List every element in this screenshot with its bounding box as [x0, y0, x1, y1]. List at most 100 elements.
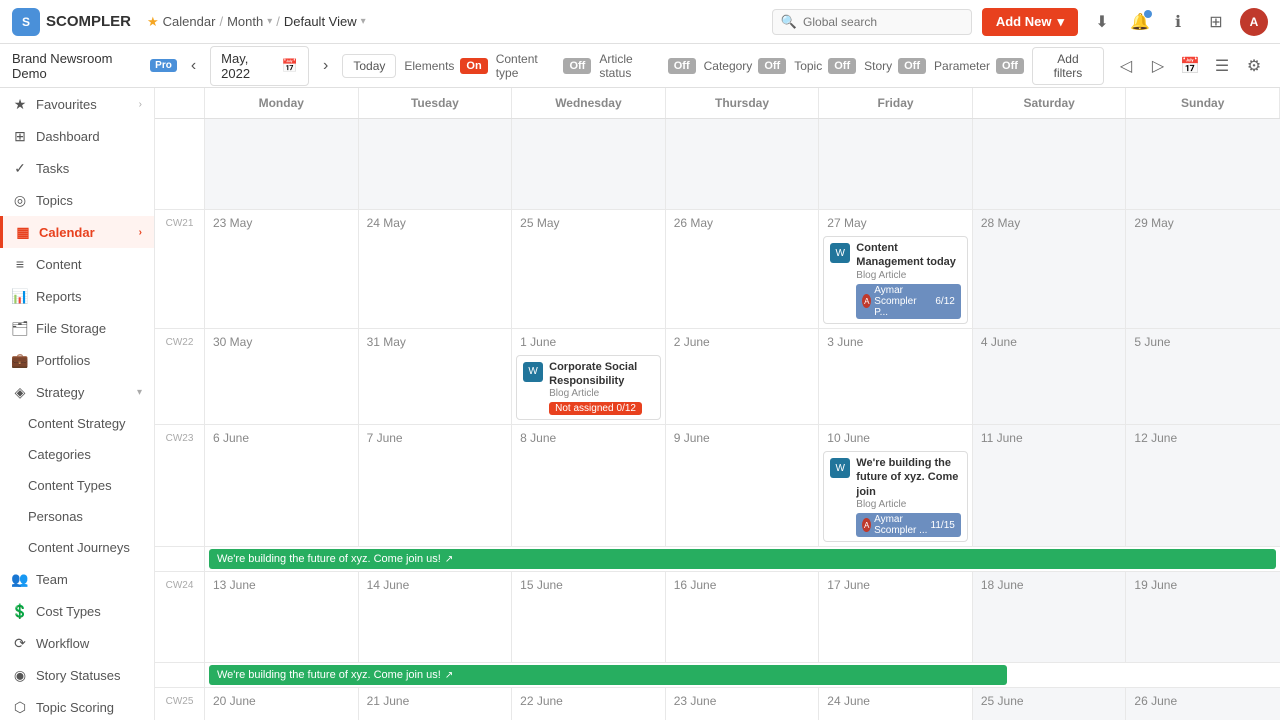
- sidebar-item-strategy[interactable]: ◈ Strategy ▾: [0, 376, 154, 408]
- cal-cell-mon-cw22: 30 May: [205, 329, 359, 425]
- event-building-future[interactable]: W We're building the future of xyz. Come…: [823, 451, 968, 542]
- avatar[interactable]: A: [1240, 8, 1268, 36]
- sidebar-item-favourites[interactable]: ★ Favourites ›: [0, 88, 154, 120]
- content-type-label: Content type: [496, 52, 558, 80]
- date-label: 26 May: [670, 214, 815, 232]
- add-filters-button[interactable]: Add filters: [1032, 47, 1104, 85]
- external-link-icon: ↗: [445, 670, 453, 681]
- sidebar-item-workflow[interactable]: ⟳ Workflow: [0, 627, 154, 659]
- search-icon: 🔍: [781, 14, 797, 30]
- add-new-button[interactable]: Add New ▾: [982, 8, 1078, 36]
- sidebar-item-story-statuses[interactable]: ◉ Story Statuses: [0, 659, 154, 691]
- date-label: 12 June: [1130, 429, 1276, 447]
- cal-cell: [973, 119, 1127, 209]
- sidebar-item-label: Content: [36, 257, 82, 272]
- date-picker[interactable]: May, 2022 📅: [210, 46, 309, 86]
- cal-cell-fri-cw21[interactable]: 27 May W Content Management today Blog A…: [819, 210, 973, 328]
- cal-cell-tue-cw23: 7 June: [359, 425, 513, 546]
- date-label: 3 June: [823, 333, 968, 351]
- sidebar-item-label: Content Journeys: [28, 540, 130, 555]
- help-icon[interactable]: ℹ: [1164, 8, 1192, 36]
- cal-row-cw25: CW25 20 June 21 June 22 June 23 June 24 …: [155, 688, 1280, 720]
- date-label: 31 May: [363, 333, 508, 351]
- sidebar-item-label: Content Types: [28, 478, 112, 493]
- breadcrumb-view[interactable]: Default View: [284, 14, 357, 29]
- notification-icon[interactable]: 🔔: [1126, 8, 1154, 36]
- tuesday-header: Tuesday: [359, 88, 513, 118]
- breadcrumb-month[interactable]: Month: [227, 14, 263, 29]
- week-col-header: [155, 88, 205, 118]
- settings-view-icon[interactable]: ⚙: [1240, 52, 1268, 80]
- sidebar-item-personas[interactable]: Personas: [0, 501, 154, 532]
- sidebar-item-team[interactable]: 👥 Team: [0, 563, 154, 595]
- sidebar-item-reports[interactable]: 📊 Reports: [0, 280, 154, 312]
- list-view-icon[interactable]: ☰: [1208, 52, 1236, 80]
- date-label: 22 June: [516, 692, 661, 710]
- sidebar-item-categories[interactable]: Categories: [0, 439, 154, 470]
- green-bar-event-cw24[interactable]: We're building the future of xyz. Come j…: [209, 665, 1007, 685]
- wp-icon: W: [830, 458, 850, 478]
- date-label: 23 May: [209, 214, 354, 232]
- event-corporate-social[interactable]: W Corporate Social Responsibility Blog A…: [516, 355, 661, 421]
- sidebar-item-file-storage[interactable]: 🗂 File Storage: [0, 312, 154, 344]
- article-status-label: Article status: [599, 52, 661, 80]
- breadcrumb: ★ Calendar / Month ▾ / Default View ▾: [147, 14, 366, 30]
- sidebar: ★ Favourites › ⊞ Dashboard ✓ Tasks ◎ Top…: [0, 88, 155, 720]
- elements-toggle[interactable]: On: [460, 58, 487, 74]
- next-view-icon[interactable]: ▷: [1144, 52, 1172, 80]
- article-status-toggle[interactable]: Off: [668, 58, 696, 74]
- sidebar-item-label: File Storage: [36, 321, 106, 336]
- sidebar-item-dashboard[interactable]: ⊞ Dashboard: [0, 120, 154, 152]
- story-filter: Story Off: [864, 58, 926, 74]
- today-button[interactable]: Today: [342, 54, 396, 78]
- date-label: 8 June: [516, 429, 661, 447]
- app-logo: S SCOMPLER: [12, 8, 131, 36]
- sidebar-item-topic-scoring[interactable]: ⬡ Topic Scoring: [0, 691, 154, 720]
- cal-cell-sun-cw23: 12 June: [1126, 425, 1280, 546]
- breadcrumb-calendar[interactable]: Calendar: [163, 14, 216, 29]
- sidebar-item-topics[interactable]: ◎ Topics: [0, 184, 154, 216]
- tasks-icon: ✓: [12, 160, 28, 176]
- date-label: 20 June: [209, 692, 354, 710]
- search-input[interactable]: [803, 15, 963, 29]
- grid-icon[interactable]: ⊞: [1202, 8, 1230, 36]
- sidebar-item-content-journeys[interactable]: Content Journeys: [0, 532, 154, 563]
- cal-cell-fri-cw24: 17 June: [819, 572, 973, 662]
- topic-toggle[interactable]: Off: [828, 58, 856, 74]
- sidebar-item-label: Tasks: [36, 161, 69, 176]
- search-box[interactable]: 🔍: [772, 9, 972, 35]
- sidebar-item-tasks[interactable]: ✓ Tasks: [0, 152, 154, 184]
- cal-cell-fri-cw23[interactable]: 10 June W We're building the future of x…: [819, 425, 973, 546]
- sidebar-item-label: Strategy: [36, 385, 84, 400]
- next-month-button[interactable]: ›: [317, 55, 334, 77]
- story-toggle[interactable]: Off: [898, 58, 926, 74]
- prev-view-icon[interactable]: ◁: [1112, 52, 1140, 80]
- download-icon[interactable]: ⬇: [1088, 8, 1116, 36]
- sidebar-item-label: Personas: [28, 509, 83, 524]
- event-content-management[interactable]: W Content Management today Blog Article …: [823, 236, 968, 324]
- topbar-right: 🔍 Add New ▾ ⬇ 🔔 ℹ ⊞ A: [772, 8, 1268, 36]
- favourites-icon: ★: [12, 96, 28, 112]
- badge-text: Aymar Scompler ...: [874, 514, 927, 536]
- green-bar-spacer: [155, 547, 205, 571]
- sidebar-item-calendar[interactable]: ▦ Calendar ›: [0, 216, 154, 248]
- green-bar-event-cw23[interactable]: We're building the future of xyz. Come j…: [209, 549, 1276, 569]
- parameter-toggle[interactable]: Off: [996, 58, 1024, 74]
- calendar-header: Monday Tuesday Wednesday Thursday Friday…: [155, 88, 1280, 119]
- sidebar-item-content[interactable]: ≡ Content: [0, 248, 154, 280]
- calendar-view-icon[interactable]: 📅: [1176, 52, 1204, 80]
- prev-month-button[interactable]: ‹: [185, 55, 202, 77]
- sidebar-item-cost-types[interactable]: 💲 Cost Types: [0, 595, 154, 627]
- category-toggle[interactable]: Off: [758, 58, 786, 74]
- sidebar-item-label: Favourites: [36, 97, 97, 112]
- sidebar-item-content-types[interactable]: Content Types: [0, 470, 154, 501]
- cal-cell-mon-cw25: 20 June: [205, 688, 359, 720]
- content-type-toggle[interactable]: Off: [563, 58, 591, 74]
- sidebar-item-content-strategy[interactable]: Content Strategy: [0, 408, 154, 439]
- cal-cell-wed-cw22[interactable]: 1 June W Corporate Social Responsibility…: [512, 329, 666, 425]
- cal-cell-thu-cw23: 9 June: [666, 425, 820, 546]
- strategy-arrow: ▾: [137, 387, 142, 398]
- event-content: Corporate Social Responsibility Blog Art…: [549, 360, 654, 416]
- sidebar-item-portfolios[interactable]: 💼 Portfolios: [0, 344, 154, 376]
- event-title: We're building the future of xyz. Come j…: [856, 456, 961, 499]
